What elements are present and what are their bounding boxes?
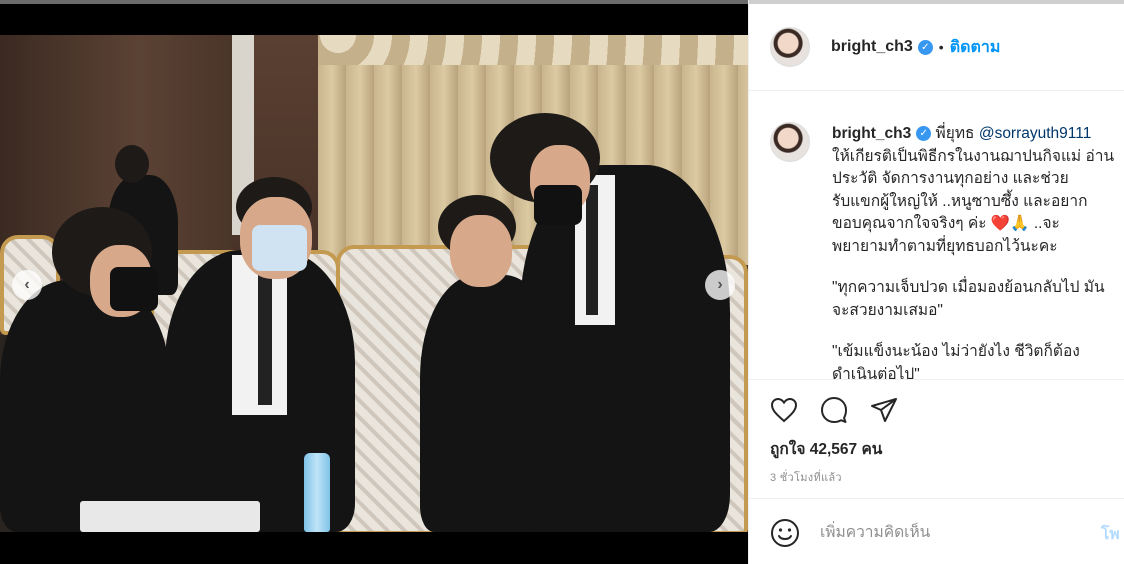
caption-text: bright_ch3 ✓ พี่ยุทธ @sorrayuth9111 ให้เก… bbox=[832, 123, 1124, 380]
man-glasses-mask bbox=[252, 225, 307, 271]
caption-mention-link[interactable]: @sorrayuth9111 bbox=[979, 125, 1092, 142]
curtain-valance bbox=[318, 35, 748, 65]
emoji-icon[interactable] bbox=[770, 518, 800, 548]
header-username[interactable]: bright_ch3 bbox=[831, 38, 913, 56]
follow-button[interactable]: ติดตาม bbox=[950, 35, 1001, 60]
caption-line: รับแขกผู้ใหญ่ให้ ..หนูซาบซึ้ง และอยาก bbox=[832, 192, 1088, 210]
post-side-panel: bright_ch3 ✓ • ติดตาม bright_ch3 ✓ พี่ยุท… bbox=[748, 0, 1124, 564]
woman-face bbox=[450, 215, 512, 287]
share-button[interactable] bbox=[869, 395, 899, 425]
comment-button[interactable] bbox=[819, 395, 849, 425]
caption-line: ประวัติ จัดการงานทุกอย่าง และช่วย bbox=[832, 170, 1069, 187]
like-button[interactable] bbox=[769, 395, 799, 425]
chevron-right-icon: › bbox=[717, 276, 723, 293]
background-person-head bbox=[115, 145, 149, 183]
caption-area[interactable]: bright_ch3 ✓ พี่ยุทธ @sorrayuth9111 ให้เก… bbox=[749, 92, 1124, 380]
man-left bbox=[0, 280, 170, 532]
separator-dot: • bbox=[938, 39, 944, 55]
action-bar bbox=[749, 381, 1124, 433]
man-glasses-tie bbox=[258, 275, 272, 405]
caption-quote-line: ดำเนินต่อไป" bbox=[832, 365, 920, 380]
caption-avatar-wrap bbox=[770, 122, 810, 162]
caption-line: ให้เกียรติเป็นพิธีกรในงานฌาปนกิจแม่ อ่าน bbox=[832, 147, 1115, 165]
post-image[interactable] bbox=[0, 35, 748, 532]
carousel-next-button[interactable]: › bbox=[705, 270, 735, 300]
water-bottle bbox=[304, 453, 330, 532]
caption-username[interactable]: bright_ch3 bbox=[832, 125, 911, 142]
post-timestamp[interactable]: 3 ชั่วโมงที่แล้ว bbox=[770, 468, 842, 486]
comment-input[interactable] bbox=[820, 521, 1090, 545]
post-header: bright_ch3 ✓ • ติดตาม bbox=[749, 4, 1124, 91]
add-comment-bar: โพ bbox=[749, 498, 1124, 564]
tissue-box bbox=[80, 501, 260, 532]
carousel-prev-button[interactable]: ‹ bbox=[12, 270, 42, 300]
man-right-mask bbox=[534, 185, 582, 225]
caption-verified-icon: ✓ bbox=[916, 126, 932, 142]
post-comment-button[interactable]: โพ bbox=[1101, 521, 1120, 546]
man-left-mask bbox=[110, 267, 158, 311]
caption-lead: พี่ยุทธ bbox=[931, 125, 979, 142]
chevron-left-icon: ‹ bbox=[24, 276, 30, 293]
verified-badge-icon: ✓ bbox=[917, 39, 933, 55]
caption-line: พยายามทำตามที่ยุทธบอกไว้นะคะ bbox=[832, 237, 1058, 255]
top-strip bbox=[0, 0, 748, 4]
man-right-tie bbox=[586, 185, 598, 315]
caption-avatar[interactable] bbox=[770, 122, 810, 162]
post-photo-area: ‹ › bbox=[0, 0, 748, 564]
avatar[interactable] bbox=[770, 27, 810, 67]
caption-quote-line: "เข้มแข็งนะน้อง ไม่ว่ายังไง ชีวิตก็ต้อง bbox=[832, 343, 1080, 360]
caption-quote-line: "ทุกความเจ็บปวด เมื่อมองย้อนกลับไป มัน bbox=[832, 279, 1105, 296]
caption-quote-line: จะสวยงามเสมอ" bbox=[832, 301, 943, 319]
heart-icon bbox=[770, 397, 798, 423]
likes-count[interactable]: ถูกใจ 42,567 คน bbox=[770, 436, 882, 461]
comment-icon bbox=[821, 397, 847, 423]
paper-plane-icon bbox=[871, 398, 897, 422]
caption-line: ขอบคุณจากใจจริงๆ ค่ะ ❤️🙏 ..จะ bbox=[832, 215, 1060, 232]
